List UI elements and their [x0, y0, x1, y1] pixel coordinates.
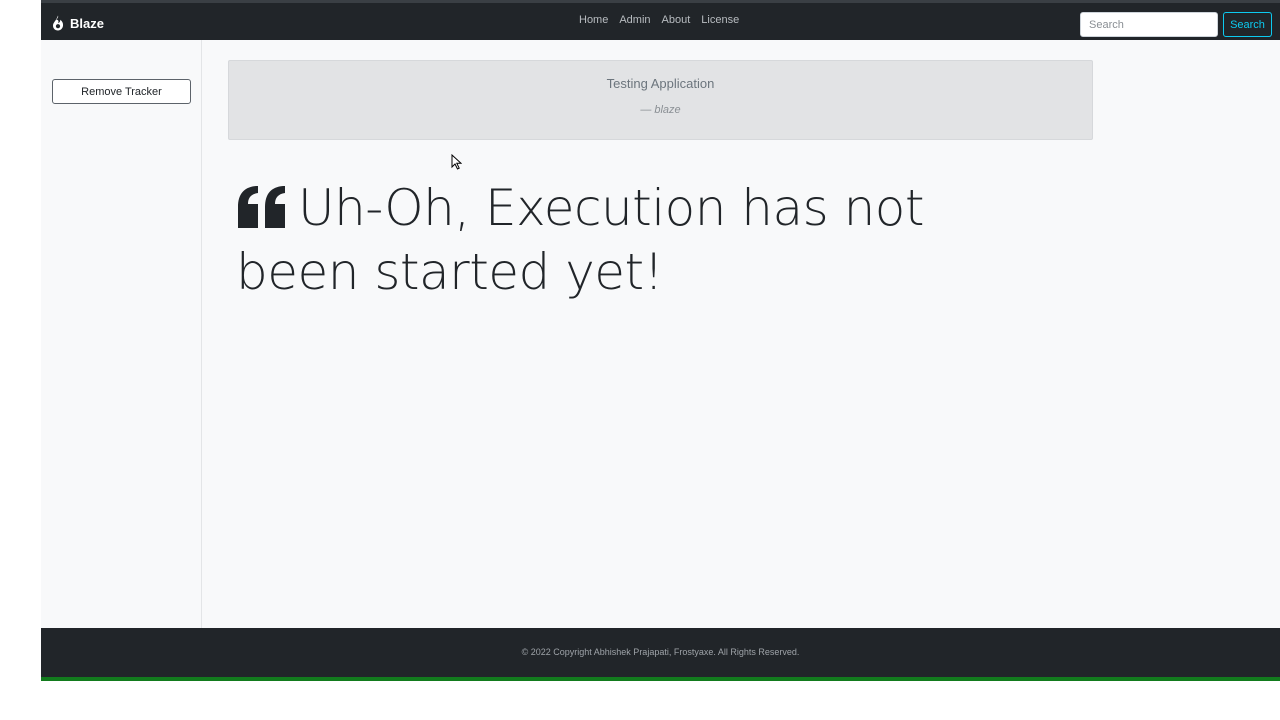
nav-links: Home Admin About License: [579, 14, 739, 26]
app-window: Blaze Home Admin About License Search Re…: [41, 0, 1280, 681]
message-text: Uh-Oh, Execution has not been started ye…: [236, 179, 924, 301]
top-navbar: Blaze Home Admin About License Search: [41, 0, 1280, 40]
brand-name: Blaze: [70, 15, 104, 31]
nav-link-admin[interactable]: Admin: [619, 14, 650, 26]
nav-link-license[interactable]: License: [701, 14, 739, 26]
remove-tracker-button[interactable]: Remove Tracker: [52, 79, 191, 104]
nav-link-home[interactable]: Home: [579, 14, 608, 26]
copyright-text: © 2022 Copyright Abhishek Prajapati, Fro…: [521, 647, 800, 657]
search-button[interactable]: Search: [1223, 12, 1272, 37]
sidebar: Remove Tracker: [41, 40, 202, 628]
brand-link[interactable]: Blaze: [52, 12, 104, 34]
search-input[interactable]: [1080, 12, 1218, 37]
nav-link-about[interactable]: About: [662, 14, 691, 26]
execution-status-message: Uh-Oh, Execution has not been started ye…: [236, 176, 1056, 304]
quote-author: — blaze: [640, 104, 681, 116]
quote-left-icon: [238, 186, 285, 228]
fire-icon: [53, 15, 64, 31]
mouse-cursor-icon: [451, 154, 462, 170]
quote-card: Testing Application — blaze: [228, 60, 1093, 140]
quote-text: Testing Application: [606, 76, 715, 91]
page-footer: © 2022 Copyright Abhishek Prajapati, Fro…: [41, 628, 1280, 681]
